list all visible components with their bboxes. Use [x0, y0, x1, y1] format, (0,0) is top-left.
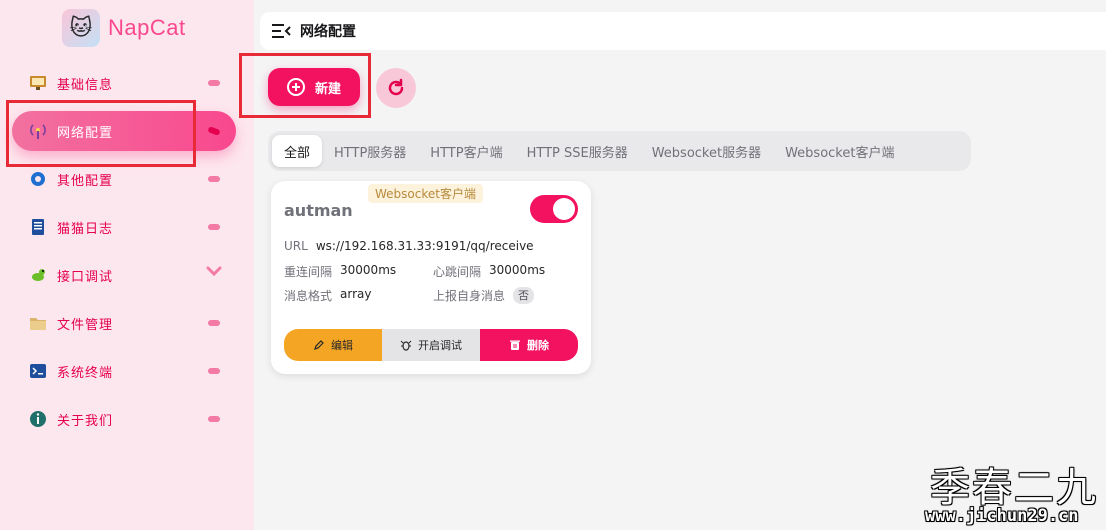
- nav-indicator: [208, 176, 220, 182]
- nav-indicator: [208, 368, 220, 374]
- sidebar-item-label: 基础信息: [57, 77, 114, 93]
- refresh-icon: [388, 78, 404, 96]
- dashboard-icon: [28, 73, 48, 93]
- info-icon: [28, 409, 48, 429]
- reconnect-label: 重连间隔: [284, 265, 333, 279]
- sidebar-item-label: 接口调试: [57, 269, 114, 285]
- delete-button[interactable]: 删除: [480, 329, 578, 361]
- sidebar: 🐱 NapCat 基础信息 网络配置 其他配置 猫猫日志 接口调试 文件管理 系…: [0, 0, 254, 530]
- nav-indicator: [208, 80, 220, 86]
- app-name: NapCat: [108, 15, 186, 40]
- nav-indicator: [208, 416, 220, 422]
- network-config-card: Websocket客户端 autman URL ws://192.168.31.…: [271, 181, 591, 374]
- chevron-down-icon[interactable]: [206, 265, 222, 281]
- new-button-label: 新建: [314, 81, 341, 97]
- delete-label: 删除: [527, 339, 549, 352]
- heartbeat-label: 心跳间隔: [433, 265, 482, 279]
- format-row: 消息格式 array: [284, 287, 371, 304]
- bug-icon: [28, 265, 48, 285]
- new-button[interactable]: 新建: [268, 68, 360, 106]
- sidebar-item-about[interactable]: 关于我们: [12, 399, 236, 439]
- nav-indicator: [208, 224, 220, 230]
- url-value: ws://192.168.31.33:9191/qq/receive: [315, 239, 534, 253]
- watermark-url: www.jichun29.cn: [925, 506, 1079, 526]
- log-book-icon: [28, 217, 48, 237]
- sidebar-item-label: 文件管理: [57, 317, 114, 333]
- refresh-button[interactable]: [376, 68, 416, 108]
- toggle-knob: [553, 198, 575, 220]
- sidebar-item-cat-log[interactable]: 猫猫日志: [12, 207, 236, 247]
- reconnect-row: 重连间隔 30000ms: [284, 263, 396, 280]
- tab-all[interactable]: 全部: [272, 135, 323, 167]
- trash-icon: [510, 340, 520, 350]
- tab-http-client[interactable]: HTTP客户端: [418, 135, 514, 167]
- brand[interactable]: 🐱 NapCat: [62, 8, 186, 48]
- sidebar-item-label: 其他配置: [57, 173, 114, 189]
- url-row: URL ws://192.168.31.33:9191/qq/receive: [284, 239, 534, 253]
- tab-websocket-server[interactable]: Websocket服务器: [640, 135, 773, 167]
- gear-icon: [28, 169, 48, 189]
- sidebar-item-basic-info[interactable]: 基础信息: [12, 63, 236, 103]
- pencil-icon: [314, 340, 324, 350]
- menu-collapse-icon[interactable]: [270, 20, 292, 42]
- enable-toggle[interactable]: [530, 195, 578, 223]
- tab-websocket-client[interactable]: Websocket客户端: [773, 135, 906, 167]
- tab-http-sse-server[interactable]: HTTP SSE服务器: [515, 135, 640, 167]
- report-self-value: 否: [513, 287, 535, 304]
- config-name: autman: [284, 201, 353, 220]
- sidebar-item-file-manager[interactable]: 文件管理: [12, 303, 236, 343]
- bug-small-icon: [400, 340, 412, 351]
- report-self-row: 上报自身消息 否: [433, 287, 535, 304]
- report-self-label: 上报自身消息: [433, 289, 506, 303]
- app-logo-icon: 🐱: [62, 9, 100, 47]
- page-title: 网络配置: [300, 24, 356, 40]
- topbar: 网络配置: [260, 12, 1106, 50]
- heartbeat-row: 心跳间隔 30000ms: [433, 263, 545, 280]
- sidebar-item-label: 系统终端: [57, 365, 114, 381]
- tab-http-server[interactable]: HTTP服务器: [322, 135, 418, 167]
- sidebar-item-label: 猫猫日志: [57, 221, 114, 237]
- sidebar-item-terminal[interactable]: 系统终端: [12, 351, 236, 391]
- nav-indicator: [207, 126, 221, 136]
- plus-circle-icon: [286, 78, 305, 96]
- folder-icon: [28, 313, 48, 333]
- reconnect-value: 30000ms: [340, 263, 397, 277]
- debug-button[interactable]: 开启调试: [382, 329, 480, 361]
- format-value: array: [340, 287, 372, 301]
- heartbeat-value: 30000ms: [489, 263, 546, 277]
- type-chip: Websocket客户端: [368, 184, 483, 203]
- format-label: 消息格式: [284, 289, 333, 303]
- sidebar-item-api-debug[interactable]: 接口调试: [12, 255, 236, 295]
- highlight-annotation-network-config: [6, 100, 196, 167]
- edit-label: 编辑: [331, 339, 353, 352]
- config-type-tabs: 全部 HTTP服务器 HTTP客户端 HTTP SSE服务器 Websocket…: [268, 131, 971, 171]
- nav-indicator: [208, 320, 220, 326]
- terminal-icon: [28, 361, 48, 381]
- card-actions: 编辑 开启调试 删除: [284, 329, 578, 361]
- watermark-title: 季春二九: [930, 465, 1098, 511]
- url-label: URL: [284, 239, 308, 253]
- debug-label: 开启调试: [418, 339, 462, 352]
- sidebar-item-label: 关于我们: [57, 413, 114, 429]
- edit-button[interactable]: 编辑: [284, 329, 382, 361]
